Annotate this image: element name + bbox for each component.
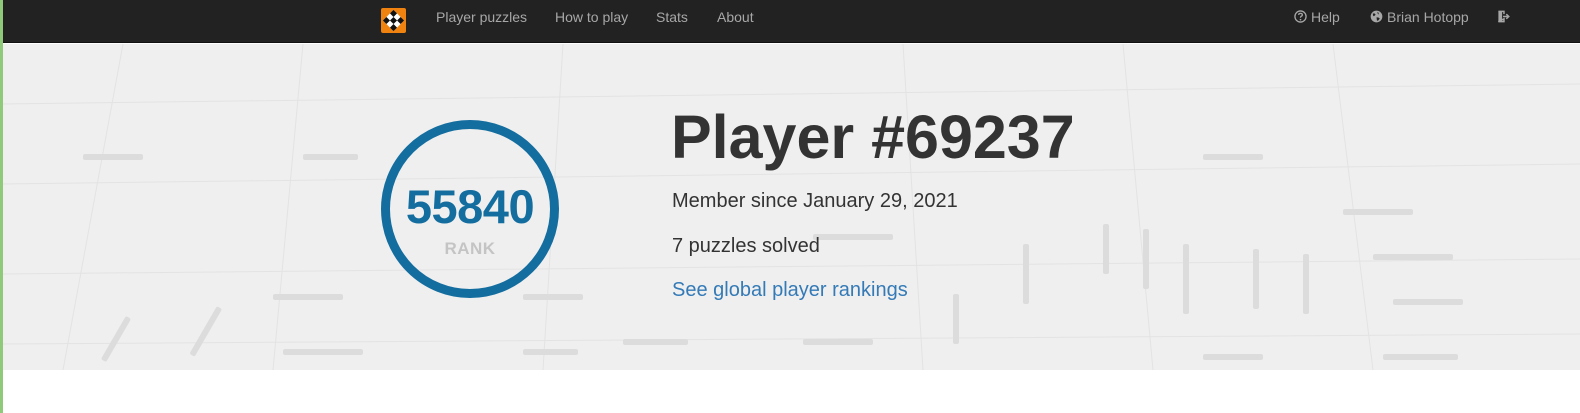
nav-player-puzzles[interactable]: Player puzzles [436, 0, 527, 43]
top-navbar: Player puzzles How to play Stats About H… [0, 0, 1580, 43]
page-title: Player #69237 [671, 103, 1075, 171]
nav-user-label: Brian Hotopp [1387, 9, 1469, 25]
global-rankings-link[interactable]: See global player rankings [672, 279, 908, 302]
question-circle-icon [1294, 10, 1307, 23]
window-edge [0, 0, 3, 413]
sign-out-icon [1498, 10, 1510, 23]
globe-icon [1370, 10, 1383, 23]
nav-user[interactable]: Brian Hotopp [1370, 0, 1469, 43]
member-since: Member since January 29, 2021 [672, 190, 958, 212]
nav-stats[interactable]: Stats [656, 0, 688, 43]
nav-about[interactable]: About [717, 0, 754, 43]
nav-help[interactable]: Help [1294, 0, 1340, 43]
rank-badge: 55840 RANK [381, 120, 559, 298]
nav-logout[interactable] [1497, 0, 1514, 43]
puzzles-solved: 7 puzzles solved [672, 235, 820, 257]
puzzle-logo-icon[interactable] [381, 8, 406, 33]
nav-how-to-play[interactable]: How to play [555, 0, 628, 43]
rank-label: RANK [444, 239, 496, 258]
nav-help-label: Help [1311, 9, 1340, 25]
rank-value: 55840 [405, 180, 535, 233]
